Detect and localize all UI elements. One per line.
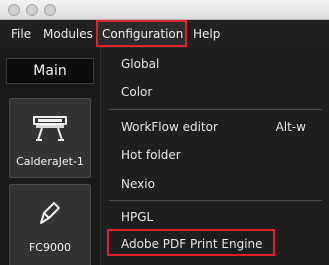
menu-help[interactable]: Help [193,20,220,48]
device-card-fc9000[interactable]: FC9000 [9,184,91,265]
menu-item-label: Global [121,57,160,71]
menu-separator [109,109,322,110]
menu-modules[interactable]: Modules [43,20,93,48]
menu-item-shortcut: Alt-w [275,120,306,134]
device-card-calderajet[interactable]: CalderaJet-1 [9,98,91,178]
menu-item-label: Adobe PDF Print Engine [121,237,263,251]
main-tab[interactable]: Main [6,58,94,84]
menu-item-label: Color [121,85,153,99]
menu-item-hpgl[interactable]: HPGL [101,205,329,229]
device-label: CalderaJet-1 [16,155,84,168]
printer-icon [33,116,67,141]
configuration-dropdown: Global Color WorkFlow editor Alt-w Hot f… [100,48,329,265]
menu-file[interactable]: File [11,20,31,48]
menu-separator [109,200,322,201]
window-titlebar [0,0,329,20]
menu-bar: File Modules Configuration Help [0,20,329,48]
menu-item-adobe-pdf-print-engine[interactable]: Adobe PDF Print Engine [101,232,329,256]
window-minimize-button[interactable] [26,4,38,16]
menu-item-hot-folder[interactable]: Hot folder [101,143,329,167]
menu-item-label: HPGL [121,210,154,224]
menu-configuration[interactable]: Configuration [98,20,188,48]
menu-item-workflow-editor[interactable]: WorkFlow editor Alt-w [101,115,329,139]
window-zoom-button[interactable] [44,4,56,16]
menu-item-label: Hot folder [121,148,181,162]
menu-item-color[interactable]: Color [101,80,329,104]
menu-item-global[interactable]: Global [101,52,329,76]
device-label: FC9000 [28,241,71,254]
left-panel: Main CalderaJet-1 FC9000 [0,48,100,265]
menu-item-label: Nexio [121,177,155,191]
window-close-button[interactable] [8,4,20,16]
menu-item-label: WorkFlow editor [121,120,218,134]
cutter-blade-icon [40,202,60,224]
menu-item-nexio[interactable]: Nexio [101,172,329,196]
